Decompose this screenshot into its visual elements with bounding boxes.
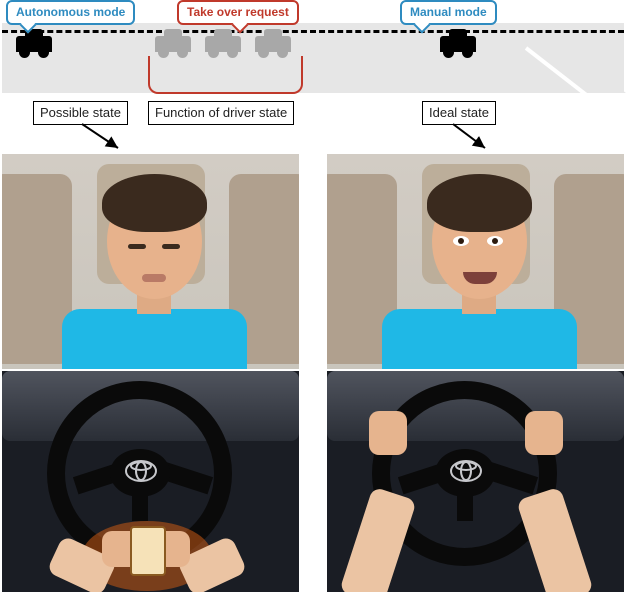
manual-mode-bubble: Manual mode [400,0,497,25]
function-of-driver-state-label: Function of driver state [155,105,287,120]
eye-right [162,244,180,249]
driver-attentive-face [327,154,624,369]
driver-distracted-hands-off-wheel [2,371,299,592]
phone-icon [130,526,166,576]
driver-attentive-hands-on-wheel [327,371,624,592]
take-over-bracket [148,56,303,94]
mouth [142,274,166,282]
eye-left [128,244,146,249]
eye-right [487,236,503,246]
ideal-state-label: Ideal state [429,105,489,120]
autonomous-mode-label: Autonomous mode [16,5,125,19]
eye-left [453,236,469,246]
toyota-badge-icon [124,459,158,483]
arrow-possible-state [80,122,130,154]
autonomous-mode-bubble: Autonomous mode [6,0,135,25]
arrow-ideal-state [445,122,495,154]
hand-right-on-wheel [525,411,563,455]
driver-distracted-face [2,154,299,369]
road-strip [2,23,624,93]
possible-state-label: Possible state [40,105,121,120]
toyota-badge-icon [449,459,483,483]
road-merge [506,23,626,93]
function-of-driver-state-box: Function of driver state [148,101,294,125]
hand-left-on-wheel [369,411,407,455]
take-over-request-bubble: Take over request [177,0,299,25]
